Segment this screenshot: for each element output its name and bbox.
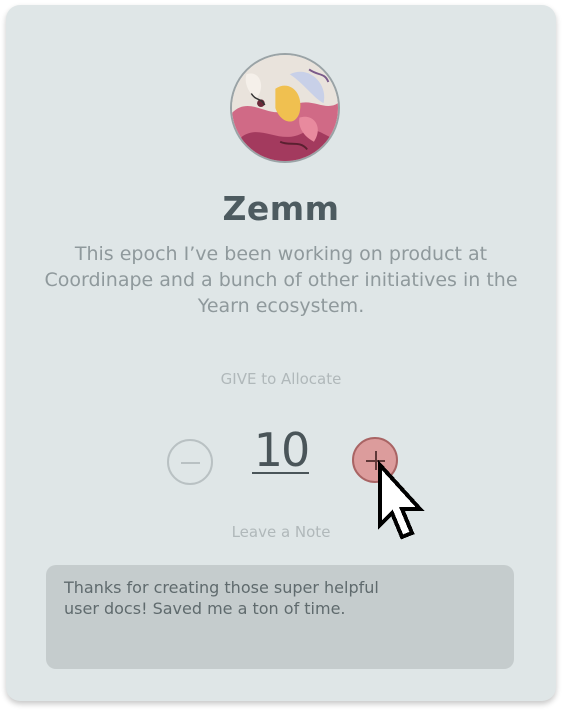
leave-note-label: Leave a Note — [231, 523, 331, 541]
give-allocate-label: GIVE to Allocate — [220, 370, 342, 388]
profile-name: Zemm — [222, 189, 340, 228]
give-value-underline — [252, 472, 309, 474]
profile-bio: This epoch I’ve been working on product … — [44, 243, 518, 317]
profile-card: Zemm This epoch I’ve been working on pro… — [6, 5, 556, 701]
avatar-artwork — [232, 55, 338, 161]
avatar — [230, 53, 340, 163]
decrement-button[interactable] — [167, 439, 213, 485]
pointer-cursor-icon — [378, 459, 425, 540]
give-value[interactable]: 10 — [248, 423, 314, 477]
note-textarea[interactable]: Thanks for creating those super helpful … — [46, 565, 514, 669]
